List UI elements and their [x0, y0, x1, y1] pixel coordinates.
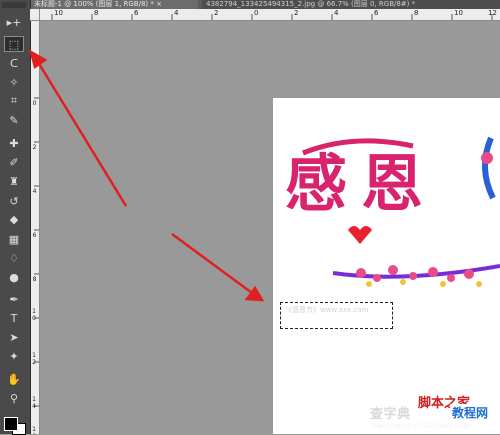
ruler-origin[interactable] — [30, 9, 40, 21]
annotation-arrow-selection — [171, 232, 253, 295]
annotation-arrow-toolbox — [36, 61, 128, 207]
annotation-arrowhead-toolbox — [29, 49, 48, 70]
annotation-arrows — [29, 49, 265, 302]
